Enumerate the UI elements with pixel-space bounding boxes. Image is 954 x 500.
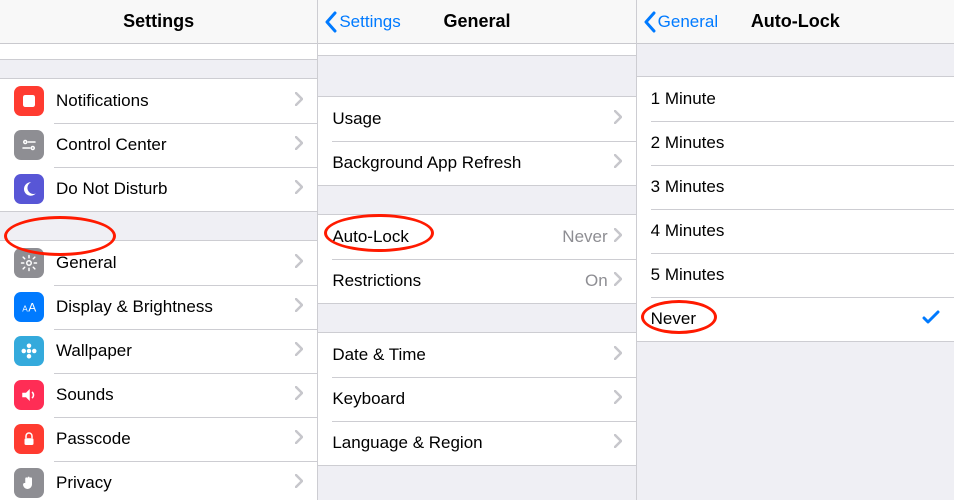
general-body: Usage Background App Refresh Auto-Lock N… [318,44,635,500]
chevron-right-icon [295,473,303,493]
settings-group-2: General AA Display & Brightness Wallpape… [0,240,317,500]
option-2-minutes[interactable]: 2 Minutes [637,121,954,165]
option-3-minutes[interactable]: 3 Minutes [637,165,954,209]
row-label: Wallpaper [56,341,295,361]
row-restrictions[interactable]: Restrictions On [318,259,635,303]
back-button[interactable]: Settings [318,11,400,33]
row-usage[interactable]: Usage [318,97,635,141]
row-label: Never [651,309,922,329]
chevron-right-icon [295,91,303,111]
notifications-icon [14,86,44,116]
row-general[interactable]: General [0,241,317,285]
row-label: Date & Time [332,345,613,365]
row-label: Language & Region [332,433,613,453]
row-label: Notifications [56,91,295,111]
row-label: Passcode [56,429,295,449]
option-5-minutes[interactable]: 5 Minutes [637,253,954,297]
row-keyboard[interactable]: Keyboard [318,377,635,421]
row-label: Do Not Disturb [56,179,295,199]
chevron-right-icon [614,153,622,173]
flower-icon [14,336,44,366]
chevron-right-icon [614,271,622,291]
autolock-body: 1 Minute 2 Minutes 3 Minutes 4 Minutes 5… [637,44,954,500]
row-language-region[interactable]: Language & Region [318,421,635,465]
row-control-center[interactable]: Control Center [0,123,317,167]
autolock-screen: General Auto-Lock 1 Minute 2 Minutes 3 M… [636,0,954,500]
row-label: 3 Minutes [651,177,940,197]
chevron-right-icon [295,253,303,273]
general-screen: Settings General Usage Background App Re… [317,0,635,500]
chevron-right-icon [295,179,303,199]
chevron-left-icon [324,11,337,33]
general-group-2: Auto-Lock Never Restrictions On [318,214,635,304]
back-label: General [658,12,718,32]
back-button[interactable]: General [637,11,718,33]
chevron-right-icon [614,227,622,247]
partial-row-top [0,44,317,60]
settings-body: Notifications Control Center Do Not Dist… [0,44,317,500]
row-label: Auto-Lock [332,227,562,247]
control-center-icon [14,130,44,160]
row-label: 2 Minutes [651,133,940,153]
option-1-minute[interactable]: 1 Minute [637,77,954,121]
settings-group-1: Notifications Control Center Do Not Dist… [0,78,317,212]
svg-text:A: A [28,301,36,315]
general-group-3: Date & Time Keyboard Language & Region [318,332,635,466]
option-never[interactable]: Never [637,297,954,341]
chevron-right-icon [614,109,622,129]
gear-icon [14,248,44,278]
row-label: Keyboard [332,389,613,409]
row-label: Sounds [56,385,295,405]
autolock-options-group: 1 Minute 2 Minutes 3 Minutes 4 Minutes 5… [637,76,954,342]
row-auto-lock[interactable]: Auto-Lock Never [318,215,635,259]
chevron-left-icon [643,11,656,33]
row-label: Display & Brightness [56,297,295,317]
chevron-right-icon [295,135,303,155]
row-label: Restrictions [332,271,585,291]
nav-bar: Settings General [318,0,635,44]
lock-icon [14,424,44,454]
row-label: Privacy [56,473,295,493]
chevron-right-icon [295,385,303,405]
row-label: Control Center [56,135,295,155]
chevron-right-icon [614,345,622,365]
row-passcode[interactable]: Passcode [0,417,317,461]
row-background-app-refresh[interactable]: Background App Refresh [318,141,635,185]
partial-row-top [318,44,635,56]
checkmark-icon [922,309,940,329]
nav-title: Settings [0,11,317,32]
chevron-right-icon [295,429,303,449]
chevron-right-icon [295,341,303,361]
row-label: 1 Minute [651,89,940,109]
moon-icon [14,174,44,204]
chevron-right-icon [295,297,303,317]
row-display-brightness[interactable]: AA Display & Brightness [0,285,317,329]
nav-bar: Settings [0,0,317,44]
row-label: 5 Minutes [651,265,940,285]
row-label: Usage [332,109,613,129]
chevron-right-icon [614,389,622,409]
row-value: On [585,271,608,291]
row-wallpaper[interactable]: Wallpaper [0,329,317,373]
hand-icon [14,468,44,498]
row-label: Background App Refresh [332,153,613,173]
row-sounds[interactable]: Sounds [0,373,317,417]
settings-screen: Settings Notifications Control Center [0,0,317,500]
row-label: General [56,253,295,273]
row-do-not-disturb[interactable]: Do Not Disturb [0,167,317,211]
row-notifications[interactable]: Notifications [0,79,317,123]
back-label: Settings [339,12,400,32]
general-group-1: Usage Background App Refresh [318,96,635,186]
row-date-time[interactable]: Date & Time [318,333,635,377]
speaker-icon [14,380,44,410]
nav-bar: General Auto-Lock [637,0,954,44]
option-4-minutes[interactable]: 4 Minutes [637,209,954,253]
text-size-icon: AA [14,292,44,322]
row-value: Never [562,227,607,247]
row-privacy[interactable]: Privacy [0,461,317,500]
svg-text:A: A [22,305,28,314]
row-label: 4 Minutes [651,221,940,241]
chevron-right-icon [614,433,622,453]
